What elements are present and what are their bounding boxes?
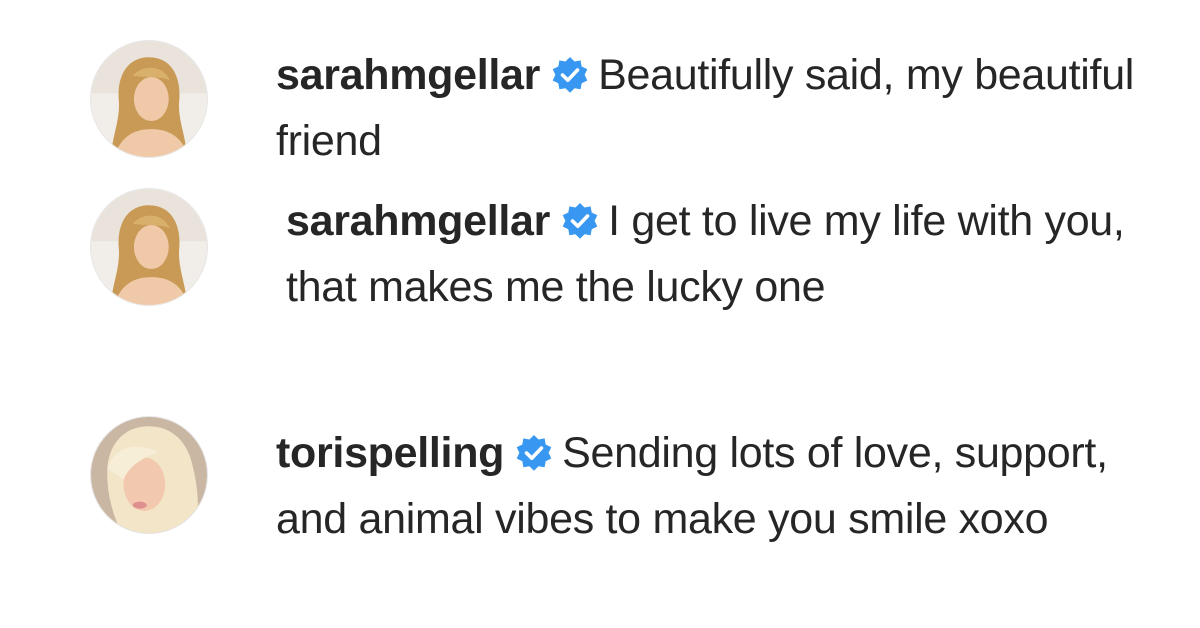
verified-badge-icon bbox=[514, 433, 554, 473]
profile-photo-icon bbox=[91, 41, 207, 157]
avatar[interactable] bbox=[90, 40, 208, 158]
username-link[interactable]: sarahmgellar bbox=[286, 197, 550, 245]
username-link[interactable]: torispelling bbox=[276, 429, 504, 477]
avatar[interactable] bbox=[90, 188, 208, 306]
comment-text: sarahmgellar I get to live my life with y… bbox=[286, 188, 1126, 320]
profile-photo-icon bbox=[91, 417, 207, 533]
username-link[interactable]: sarahmgellar bbox=[276, 51, 540, 99]
comment-text: torispelling Sending lots of love, suppor… bbox=[276, 420, 1136, 552]
verified-badge-icon bbox=[550, 55, 590, 95]
verified-badge-icon bbox=[560, 201, 600, 241]
profile-photo-icon bbox=[91, 189, 207, 305]
comment-text: sarahmgellar Beautifully said, my beautif… bbox=[276, 42, 1136, 174]
avatar[interactable] bbox=[90, 416, 208, 534]
